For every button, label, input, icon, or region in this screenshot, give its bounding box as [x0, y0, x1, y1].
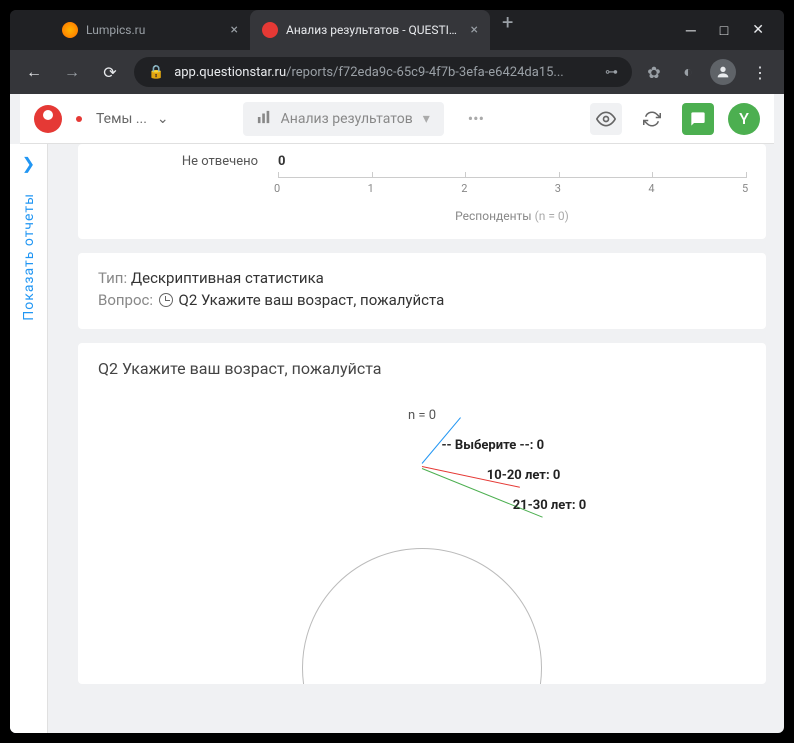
url-input[interactable]: 🔒 app.questionstar.ru/reports/f72eda9c-6…	[134, 57, 632, 87]
preview-button[interactable]	[590, 103, 622, 135]
new-tab-button[interactable]: +	[490, 10, 525, 50]
question-label: Вопрос:	[98, 291, 153, 309]
favicon-icon	[262, 22, 278, 38]
tab-title: Lumpics.ru	[86, 23, 223, 37]
analysis-dropdown[interactable]: Анализ результатов ▾	[243, 102, 444, 136]
browser-tab-active[interactable]: Анализ результатов - QUESTION ×	[250, 10, 490, 50]
browser-titlebar: Lumpics.ru × Анализ результатов - QUESTI…	[10, 10, 784, 50]
browser-tab[interactable]: Lumpics.ru ×	[50, 10, 250, 50]
pie-chart	[302, 548, 542, 684]
chart-axis: 0 1 2 3 4 5	[278, 177, 746, 217]
type-label: Тип:	[98, 269, 127, 287]
bar-chart-icon	[257, 110, 271, 128]
feedback-button[interactable]	[682, 103, 714, 135]
sidebar: ❯ Показать отчеты	[10, 144, 48, 733]
app-header: Темы ... ⌄ Анализ результатов ▾ ••• Y	[20, 94, 774, 144]
refresh-button[interactable]	[636, 103, 668, 135]
close-icon[interactable]: ×	[471, 22, 478, 38]
question-title: Q2 Укажите ваш возраст, пожалуйста	[98, 359, 746, 378]
maximize-icon[interactable]: □	[720, 22, 728, 39]
status-dot-icon	[76, 116, 82, 122]
question-meta-card: Тип: Дескриптивная статистика Вопрос: Q2…	[78, 253, 766, 329]
minimize-icon[interactable]: ─	[686, 22, 696, 39]
browser-address-bar: ← → ⟳ 🔒 app.questionstar.ru/reports/f72e…	[10, 50, 784, 94]
reload-button[interactable]: ⟳	[96, 63, 124, 82]
chevron-down-icon: ▾	[423, 111, 430, 127]
url-text: app.questionstar.ru/reports/f72eda9c-65c…	[174, 65, 595, 80]
legend-item: -- Выберите --: 0	[441, 438, 544, 453]
themes-dropdown[interactable]: Темы ... ⌄	[96, 111, 169, 127]
browser-menu-button[interactable]: ⋮	[746, 63, 774, 82]
legend-item: 21-30 лет: 0	[513, 498, 587, 513]
back-button[interactable]: ←	[20, 62, 48, 82]
favicon-icon	[62, 22, 78, 38]
more-options-button[interactable]: •••	[458, 109, 494, 128]
chart-card: Не отвечено 0 0 1 2 3 4 5 Респонденты (n…	[78, 144, 766, 239]
bar-value: 0	[278, 154, 285, 169]
close-icon[interactable]: ×	[231, 22, 238, 38]
close-window-icon[interactable]: ✕	[752, 22, 764, 39]
profile-avatar[interactable]	[710, 59, 736, 85]
lock-icon: 🔒	[148, 65, 164, 80]
main-content: Не отвечено 0 0 1 2 3 4 5 Респонденты (n…	[48, 144, 784, 733]
sample-size-label: n = 0	[98, 408, 746, 423]
user-avatar[interactable]: Y	[728, 103, 760, 135]
expand-sidebar-button[interactable]: ❯	[22, 154, 35, 173]
key-icon[interactable]: ⊶	[605, 65, 618, 80]
type-value: Дескриптивная статистика	[131, 269, 324, 287]
bar-label: Не отвечено	[98, 154, 258, 169]
forward-button[interactable]: →	[58, 62, 86, 82]
tab-title: Анализ результатов - QUESTION	[286, 23, 463, 37]
legend-item: 10-20 лет: 0	[487, 468, 561, 483]
extension-icon[interactable]: ◐	[676, 62, 700, 82]
sidebar-label[interactable]: Показать отчеты	[21, 193, 37, 321]
clock-icon	[159, 293, 173, 307]
extension-icon[interactable]: ✿	[642, 63, 666, 82]
pie-chart-card: Q2 Укажите ваш возраст, пожалуйста n = 0…	[78, 343, 766, 684]
chevron-down-icon: ⌄	[157, 111, 169, 127]
app-logo-icon[interactable]	[34, 105, 62, 133]
question-value: Q2 Укажите ваш возраст, пожалуйста	[179, 291, 445, 309]
